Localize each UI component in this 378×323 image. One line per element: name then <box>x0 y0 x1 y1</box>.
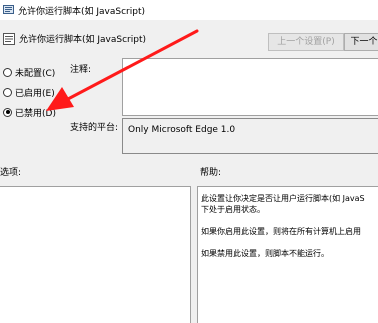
options-panel <box>0 186 191 323</box>
help-line: 此设置让你决定是否让用户运行脚本(如 JavaS <box>201 194 365 203</box>
help-line: 如果你启用此设置，则将在所有计算机上启用 <box>201 227 361 236</box>
help-panel: 此设置让你决定是否让用户运行脚本(如 JavaS 下处于启用状态。 如果你启用此… <box>197 186 378 323</box>
previous-setting-button[interactable]: 上一个设置(P) <box>268 33 344 51</box>
radio-label: 未配置(C) <box>15 68 56 79</box>
help-line: 下处于启用状态。 <box>201 205 265 214</box>
comment-textarea[interactable] <box>122 58 378 116</box>
platform-field: Only Microsoft Edge 1.0 <box>122 118 378 154</box>
comment-label: 注释: <box>70 65 92 75</box>
policy-icon <box>3 5 14 14</box>
radio-disabled[interactable]: 已禁用(D) <box>3 105 56 119</box>
radio-enabled[interactable]: 已启用(E) <box>3 85 55 99</box>
platform-value: Only Microsoft Edge 1.0 <box>128 125 236 135</box>
policy-setting-icon <box>3 33 15 45</box>
platform-label: 支持的平台: <box>70 123 119 133</box>
window-title: 允许你运行脚本(如 JavaScript) <box>18 7 145 17</box>
help-line: 如果禁用此设置，则脚本不能运行。 <box>201 249 329 258</box>
radio-circle[interactable] <box>3 67 12 77</box>
radio-not-configured[interactable]: 未配置(C) <box>3 65 55 79</box>
help-line <box>201 237 378 248</box>
help-line <box>201 215 378 226</box>
radio-label: 已禁用(D) <box>15 108 56 119</box>
radio-label: 已启用(E) <box>15 88 55 99</box>
page-title: 允许你运行脚本(如 JavaScript) <box>19 35 146 45</box>
radio-circle[interactable] <box>3 87 12 97</box>
options-label: 选项: <box>0 168 22 178</box>
next-setting-button[interactable]: 下一个 <box>344 33 378 51</box>
help-label: 帮助: <box>200 168 222 178</box>
title-bar: 允许你运行脚本(如 JavaScript) <box>0 0 378 20</box>
radio-circle-selected[interactable] <box>3 107 12 117</box>
